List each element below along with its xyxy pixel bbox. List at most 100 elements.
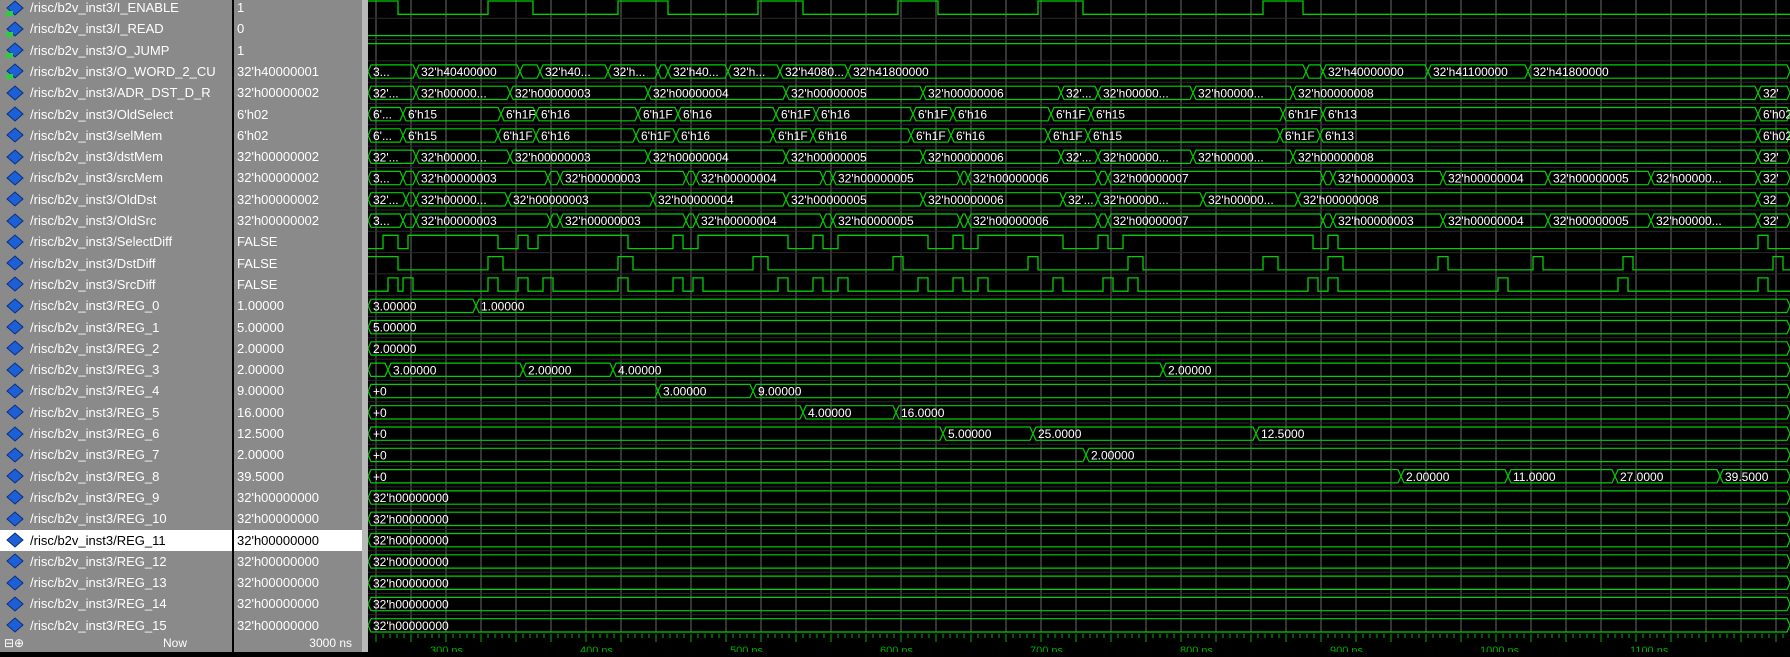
bus-value: 2.00000 [1091, 448, 1135, 462]
signal-icon [6, 489, 24, 506]
signal-row[interactable]: /risc/b2v_inst3/REG_14 [0, 593, 232, 614]
signal-row[interactable]: /risc/b2v_inst3/REG_8 [0, 466, 232, 487]
bus-value: 32'h00000003 [421, 214, 497, 228]
bus-value: 32'h41800000 [1533, 65, 1609, 79]
bus-segment [367, 490, 1790, 505]
bus-value: 32'h00000005 [791, 150, 867, 164]
signal-value: 32'h00000000 [237, 511, 320, 527]
signal-icon [6, 425, 24, 442]
signal-icon [6, 298, 24, 314]
signal-row[interactable]: /risc/b2v_inst3/SelectDiff [0, 231, 232, 252]
footer-icons[interactable]: ⊟⊕ [4, 636, 24, 650]
bus-value: 32'h00000000 [373, 512, 449, 526]
signal-name: /risc/b2v_inst3/ADR_DST_D_R [30, 85, 211, 101]
signal-row[interactable]: /risc/b2v_inst3/OldDst [0, 189, 232, 210]
signal-row[interactable]: /risc/b2v_inst3/REG_7 [0, 444, 232, 465]
signal-row[interactable]: /risc/b2v_inst3/REG_5 [0, 402, 232, 423]
bus-segment [959, 213, 969, 228]
signal-row[interactable]: /risc/b2v_inst3/O_WORD_2_CU [0, 61, 232, 82]
bus-value: 32'h40... [545, 65, 591, 79]
signal-row[interactable]: /risc/b2v_inst3/SrcDiff [0, 274, 232, 295]
bus-value: 6'h02 [1763, 129, 1790, 143]
ruler-label: 700 ns [1030, 645, 1064, 652]
bus-value: 6'h15 [408, 129, 437, 143]
signal-row[interactable]: /risc/b2v_inst3/REG_6 [0, 423, 232, 444]
bus-value: 32' [1763, 150, 1779, 164]
bus-value: 32'h00000007 [1113, 172, 1189, 186]
signal-name: /risc/b2v_inst3/REG_7 [30, 447, 160, 463]
bus-value: 9.00000 [758, 385, 802, 399]
bus-value: 32'h00000004 [701, 172, 777, 186]
signal-values-pane: 1 0 1 32'h40000001 32'h00000002 6'h02 6'h02 32'… [234, 0, 362, 652]
signal-value: 0 [237, 21, 245, 37]
signal-name: /risc/b2v_inst3/REG_14 [30, 596, 167, 612]
bus-value: 3... [373, 65, 390, 79]
signal-row[interactable]: /risc/b2v_inst3/REG_15 [0, 615, 232, 636]
bus-value: 32'h00000... [421, 86, 487, 100]
signal-row[interactable]: /risc/b2v_inst3/REG_2 [0, 338, 232, 359]
bus-value: 32'h00000... [421, 150, 487, 164]
bus-value: 6'h15 [408, 108, 437, 122]
wave-line [368, 234, 1790, 250]
signal-value: 32'h00000002 [237, 213, 320, 228]
signal-name: /risc/b2v_inst3/DstDiff [30, 255, 156, 271]
bus-value: 32'h00000... [1103, 150, 1169, 164]
bus-value: 6'h16 [818, 129, 847, 143]
signal-row[interactable]: /risc/b2v_inst3/DstDiff [0, 253, 232, 274]
bus-value: 2.00000 [1168, 363, 1212, 377]
bus-value: 32'h00000003 [421, 172, 497, 186]
bus-value: 32'h00000008 [1298, 86, 1374, 100]
signal-value: 32'h00000002 [237, 85, 320, 101]
bus-segment [1305, 64, 1324, 79]
signal-value: 5.00000 [237, 319, 284, 335]
signal-row[interactable]: /risc/b2v_inst3/O_JUMP [0, 40, 232, 61]
signal-row[interactable]: /risc/b2v_inst3/srcMem [0, 167, 232, 188]
waveform-canvas[interactable]: 3... 32'h40400000 32'h40... 32'h... 32'h40..… [367, 0, 1790, 657]
signal-name: /risc/b2v_inst3/REG_10 [30, 511, 167, 527]
signal-row[interactable]: /risc/b2v_inst3/dstMem [0, 146, 232, 167]
signal-row[interactable]: /risc/b2v_inst3/OldSrc [0, 210, 232, 231]
bus-value: 32'h00000006 [928, 86, 1004, 100]
signal-icon [6, 447, 24, 463]
signal-row[interactable]: /risc/b2v_inst3/I_READ [0, 18, 232, 39]
bus-value: 6'... [373, 108, 392, 122]
signal-row[interactable]: /risc/b2v_inst3/REG_3 [0, 359, 232, 380]
bus-value: 32'h00000004 [701, 214, 777, 228]
bus-segment [1319, 128, 1759, 143]
wave-line [368, 255, 1790, 271]
bus-value: 6'h16 [956, 129, 985, 143]
signal-row[interactable]: /risc/b2v_inst3/REG_10 [0, 508, 232, 529]
signal-row[interactable]: /risc/b2v_inst3/REG_11 [0, 529, 232, 551]
bus-value: 2.00000 [1406, 470, 1450, 484]
bus-value: 6'h1F [1288, 108, 1318, 122]
signal-row[interactable]: /risc/b2v_inst3/selMem [0, 125, 232, 146]
bus-value: 32'h40000000 [1328, 65, 1404, 79]
bus-value: 32'h00000008 [1303, 193, 1379, 207]
signal-row[interactable]: /risc/b2v_inst3/ADR_DST_D_R [0, 82, 232, 103]
bus-value: 32'h00000003 [1338, 214, 1414, 228]
signal-row[interactable]: /risc/b2v_inst3/REG_1 [0, 317, 232, 338]
bus-value: 32'h00000003 [515, 150, 591, 164]
signal-row[interactable]: /risc/b2v_inst3/REG_12 [0, 551, 232, 572]
signal-row[interactable]: /risc/b2v_inst3/REG_13 [0, 572, 232, 593]
ruler-label: 1000 ns [1480, 645, 1520, 652]
signal-row[interactable]: /risc/b2v_inst3/REG_9 [0, 487, 232, 508]
signal-row[interactable]: /risc/b2v_inst3/I_ENABLE [0, 0, 232, 18]
bus-value: 32'h00000003 [515, 86, 591, 100]
bus-segment [367, 447, 1087, 463]
bus-value: 6'h1F [503, 129, 533, 143]
signal-value: 32'h00000000 [237, 596, 320, 612]
bus-value: 32'h00000007 [1113, 214, 1189, 228]
waveform-pane[interactable]: 3... 32'h40400000 32'h40... 32'h... 32'h40..… [367, 0, 1790, 657]
signal-value: 9.00000 [237, 383, 284, 399]
bus-value: 32'h00000000 [373, 534, 449, 548]
signal-value: 6'h02 [237, 127, 269, 143]
signal-icon [6, 234, 24, 250]
signal-row[interactable]: /risc/b2v_inst3/REG_4 [0, 380, 232, 401]
signal-name: /risc/b2v_inst3/REG_13 [30, 575, 167, 591]
bus-value: 32'h00000... [1656, 172, 1722, 186]
signal-value: 16.0000 [237, 404, 284, 420]
signal-row[interactable]: /risc/b2v_inst3/REG_0 [0, 295, 232, 316]
signal-names-pane: /risc/b2v_inst3/I_ENABLE/risc/b2v_inst3/… [0, 0, 232, 652]
signal-row[interactable]: /risc/b2v_inst3/OldSelect [0, 104, 232, 125]
